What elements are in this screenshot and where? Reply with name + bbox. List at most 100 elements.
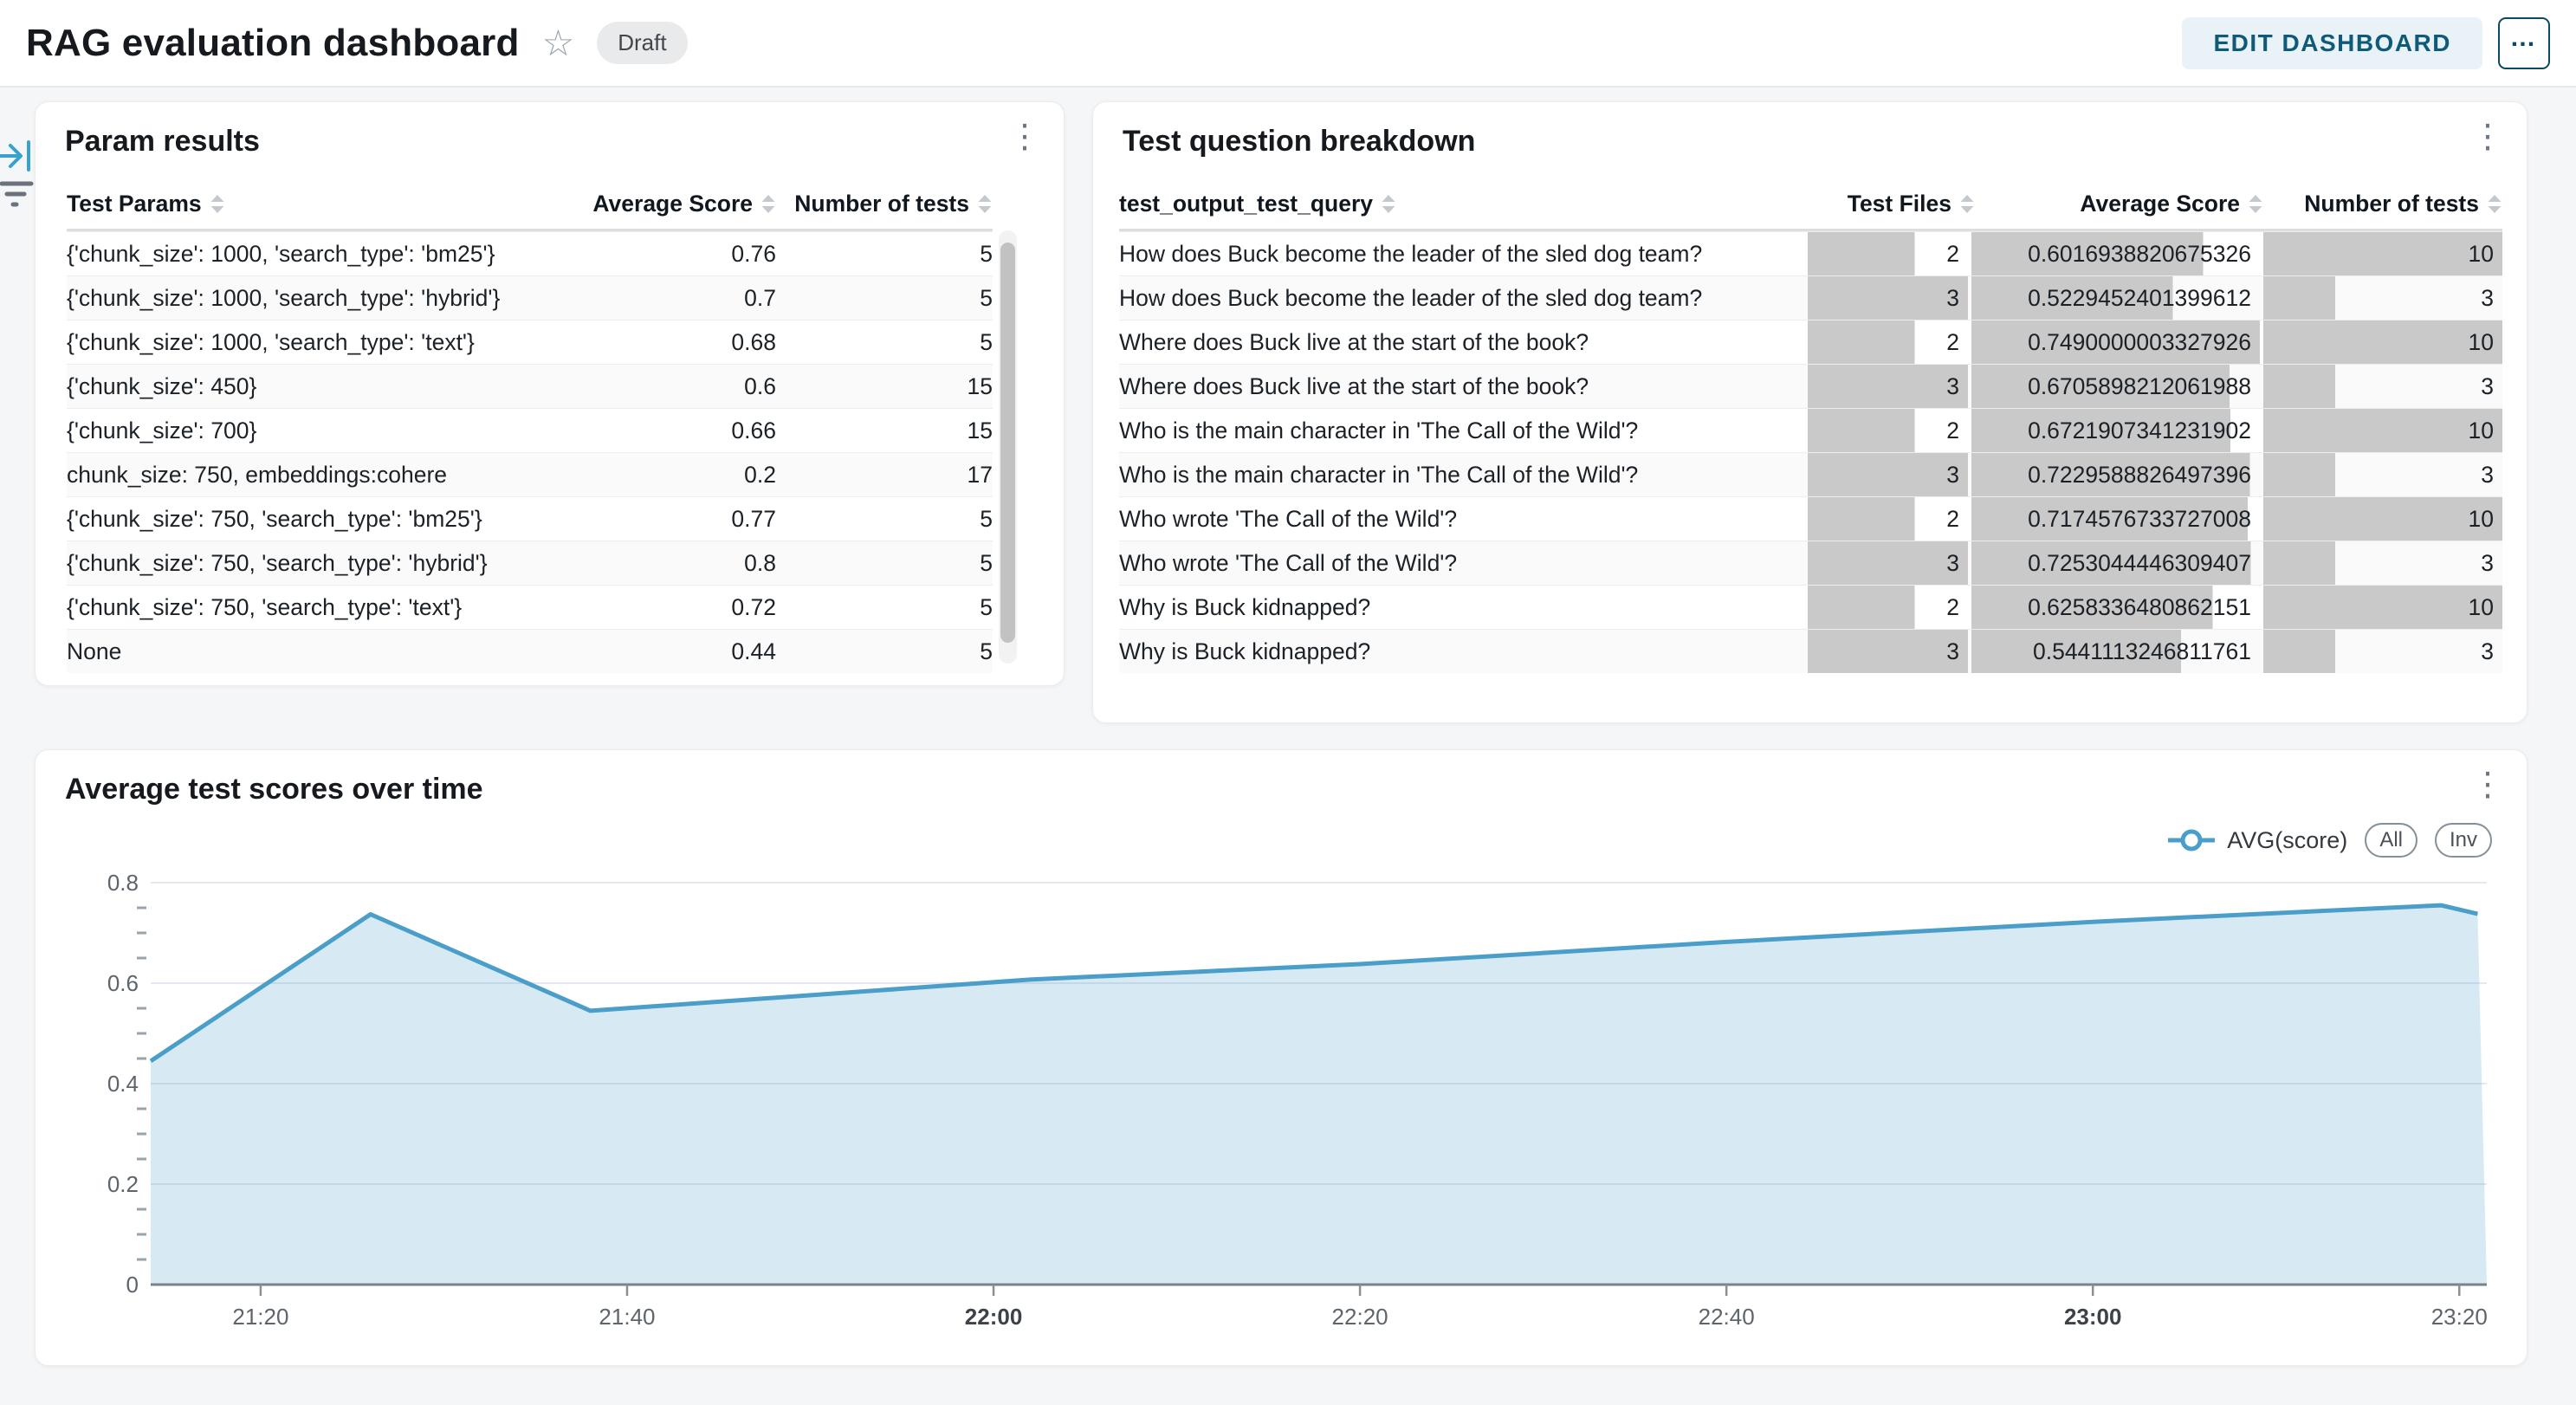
query-cell: How does Buck become the leader of the s…	[1119, 232, 1804, 275]
table-row: Who is the main character in 'The Call o…	[1119, 408, 2502, 452]
cell: 5	[776, 320, 993, 364]
area-fill	[151, 905, 2487, 1285]
table-row: {'chunk_size': 750, 'search_type': 'bm25…	[67, 496, 993, 541]
cell: 17	[776, 453, 993, 496]
tests-cell: 10	[2263, 409, 2502, 452]
column-header-label: Average Score	[2080, 191, 2240, 217]
tests-cell: 3	[2263, 453, 2502, 496]
cell: 5	[776, 541, 993, 585]
score-cell: 0.7229588826497396	[1971, 453, 2260, 496]
sort-icon	[761, 194, 776, 214]
panel-menu-icon[interactable]: ⋮	[1008, 118, 1041, 156]
tests-cell: 3	[2263, 276, 2502, 320]
column-header-3[interactable]: Number of tests	[2263, 191, 2502, 217]
ellipsis-icon: …	[2510, 23, 2539, 53]
tests-cell: 10	[2263, 320, 2502, 364]
column-header-2[interactable]: Average Score	[1975, 191, 2263, 217]
query-cell: Who is the main character in 'The Call o…	[1119, 453, 1804, 496]
column-header-0[interactable]: Test Params	[67, 191, 568, 217]
cell: 5	[776, 497, 993, 541]
table-row: Where does Buck live at the start of the…	[1119, 320, 2502, 364]
page-title: RAG evaluation dashboard	[26, 22, 520, 65]
scores-chart-panel: Average test scores over time ⋮ AVG(scor…	[35, 749, 2527, 1366]
column-header-label: Average Score	[592, 191, 753, 217]
query-cell: Why is Buck kidnapped?	[1119, 586, 1804, 629]
sort-icon	[1959, 194, 1975, 214]
table-header-row: test_output_test_query Test Files Average …	[1119, 178, 2502, 231]
table-header-row: Test Params Average Score Number of tests	[67, 178, 993, 231]
score-cell: 0.7174576733727008	[1971, 497, 2260, 541]
top-header-bar: RAG evaluation dashboard ☆ Draft EDIT DA…	[0, 0, 2576, 87]
column-header-2[interactable]: Number of tests	[776, 191, 993, 217]
cell: 0.6	[568, 365, 776, 408]
sort-icon	[2487, 194, 2502, 214]
cell: 0.68	[568, 320, 776, 364]
score-cell: 0.5441113246811761	[1971, 630, 2260, 673]
cell: {'chunk_size': 1000, 'search_type': 'bm2…	[67, 232, 568, 275]
header-more-menu-button[interactable]: …	[2498, 17, 2550, 69]
table-row: How does Buck become the leader of the s…	[1119, 275, 2502, 320]
files-cell: 2	[1808, 320, 1968, 364]
query-cell: Who is the main character in 'The Call o…	[1119, 409, 1804, 452]
cell: 0.8	[568, 541, 776, 585]
cell: {'chunk_size': 750, 'search_type': 'bm25…	[67, 497, 568, 541]
column-header-label: Number of tests	[2304, 191, 2479, 217]
files-cell: 2	[1808, 586, 1968, 629]
score-cell: 0.6016938820675326	[1971, 232, 2260, 275]
tests-cell: 3	[2263, 630, 2502, 673]
table-row: {'chunk_size': 700}0.6615	[67, 408, 993, 452]
files-cell: 3	[1808, 365, 1968, 408]
y-axis-label: 0	[126, 1272, 139, 1298]
query-cell: Where does Buck live at the start of the…	[1119, 365, 1804, 408]
cell: 0.2	[568, 453, 776, 496]
cell: None	[67, 630, 568, 673]
panel-menu-icon[interactable]: ⋮	[2471, 118, 2504, 156]
question-breakdown-panel: Test question breakdown ⋮ test_output_te…	[1092, 101, 2527, 723]
query-cell: Why is Buck kidnapped?	[1119, 630, 1804, 673]
table-scrollbar	[999, 230, 1017, 664]
column-header-label: Test Files	[1848, 191, 1951, 217]
panel-title: Param results	[65, 125, 260, 159]
score-cell: 0.6705898212061988	[1971, 365, 2260, 408]
tests-cell: 3	[2263, 365, 2502, 408]
files-cell: 2	[1808, 409, 1968, 452]
area-chart[interactable]: 00.20.40.60.821:2021:4022:0022:2022:4023…	[36, 750, 2528, 1367]
cell: 15	[776, 365, 993, 408]
cell: {'chunk_size': 1000, 'search_type': 'tex…	[67, 320, 568, 364]
table-row: {'chunk_size': 1000, 'search_type': 'tex…	[67, 320, 993, 364]
y-axis-label: 0.8	[107, 870, 139, 896]
question-breakdown-table: test_output_test_query Test Files Average …	[1119, 178, 2502, 673]
x-axis-label: 23:00	[2064, 1304, 2122, 1330]
column-header-1[interactable]: Average Score	[568, 191, 776, 217]
x-axis-label: 21:40	[599, 1304, 655, 1330]
files-cell: 3	[1808, 453, 1968, 496]
cell: 5	[776, 630, 993, 673]
cell: 0.77	[568, 497, 776, 541]
filter-icon[interactable]	[0, 175, 38, 213]
cell: 5	[776, 276, 993, 320]
scrollbar-thumb[interactable]	[1000, 243, 1015, 643]
tests-cell: 10	[2263, 232, 2502, 275]
table-row: Why is Buck kidnapped? 30.544111324681176…	[1119, 629, 2502, 673]
status-badge: Draft	[597, 22, 687, 64]
tests-cell: 10	[2263, 497, 2502, 541]
cell: 15	[776, 409, 993, 452]
edit-dashboard-button[interactable]: EDIT DASHBOARD	[2182, 17, 2482, 69]
files-cell: 2	[1808, 232, 1968, 275]
cell: {'chunk_size': 750, 'search_type': 'hybr…	[67, 541, 568, 585]
param-results-table: Test Params Average Score Number of tests {…	[67, 178, 993, 673]
files-cell: 3	[1808, 541, 1968, 585]
y-axis-label: 0.6	[107, 970, 139, 996]
x-axis-label: 22:20	[1332, 1304, 1388, 1330]
cell: {'chunk_size': 700}	[67, 409, 568, 452]
column-header-1[interactable]: Test Files	[1815, 191, 1975, 217]
cell: {'chunk_size': 750, 'search_type': 'text…	[67, 586, 568, 629]
favorite-star-icon[interactable]: ☆	[542, 25, 575, 62]
column-header-label: test_output_test_query	[1119, 191, 1373, 217]
files-cell: 3	[1808, 276, 1968, 320]
panel-title: Test question breakdown	[1123, 125, 1475, 159]
table-row: Why is Buck kidnapped?20.625833648086215…	[1119, 585, 2502, 629]
sort-icon	[1381, 194, 1396, 214]
column-header-0[interactable]: test_output_test_query	[1119, 191, 1815, 217]
table-row: Who wrote 'The Call of the Wild'?20.7174…	[1119, 496, 2502, 541]
